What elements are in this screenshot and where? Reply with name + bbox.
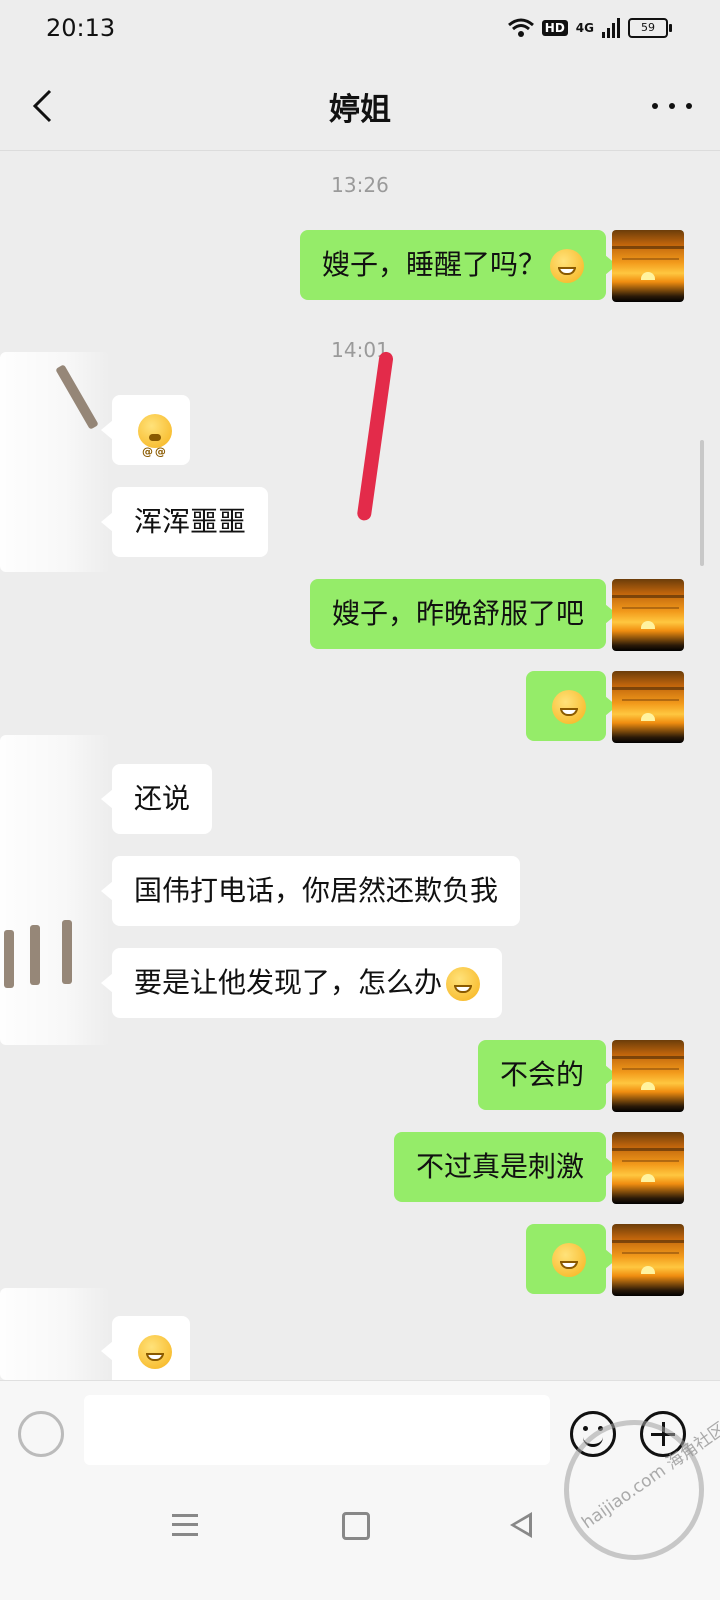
message-bubble-received[interactable]: 还说	[100, 764, 213, 834]
menu-icon[interactable]	[172, 1514, 198, 1536]
message-text: 要是让他发现了，怎么办	[134, 966, 443, 999]
contact-avatar-blurred[interactable]	[0, 735, 110, 1045]
home-icon[interactable]	[342, 1512, 370, 1540]
more-options-button[interactable]	[652, 94, 692, 118]
chat-header: 婷姐	[0, 64, 720, 151]
scrollbar[interactable]	[700, 440, 704, 566]
emoji-partial-icon	[138, 1335, 172, 1369]
message-bubble-sent[interactable]: 嫂子，昨晚舒服了吧	[309, 579, 618, 649]
grin-emoji-icon	[552, 690, 586, 724]
message-bubble-sent[interactable]: 不会的	[477, 1040, 618, 1110]
my-avatar[interactable]	[612, 1040, 684, 1112]
scribble-mark	[4, 930, 14, 988]
watermark-text: haijiao.com 海角社区	[578, 1418, 720, 1534]
chat-title: 婷姐	[329, 92, 391, 128]
my-avatar[interactable]	[612, 671, 684, 743]
status-bar: 20:13 HD 4G 59	[0, 0, 720, 64]
message-text: 不会的	[499, 1058, 584, 1091]
message-bubble-sent[interactable]: 嫂子，睡醒了吗？	[299, 230, 618, 300]
message-bubble-sent[interactable]	[526, 1224, 617, 1294]
message-bubble-received[interactable]: 国伟打电话，你居然还欺负我	[100, 856, 521, 926]
contact-avatar-blurred[interactable]	[0, 352, 110, 572]
hd-icon: HD	[541, 20, 568, 36]
back-triangle-icon[interactable]	[510, 1512, 532, 1538]
red-annotation-stroke	[356, 351, 394, 522]
scribble-mark	[62, 920, 72, 984]
message-bubble-received[interactable]: 浑浑噩噩	[100, 487, 269, 557]
network-type: 4G	[575, 21, 594, 35]
message-bubble-received[interactable]	[101, 395, 190, 487]
message-text: 国伟打电话，你居然还欺负我	[134, 874, 499, 907]
status-icons: HD 4G 59	[507, 18, 672, 38]
message-text: 不过真是刺激	[415, 1150, 584, 1183]
battery-icon: 59	[628, 18, 672, 38]
message-bubble-received[interactable]: 要是让他发现了，怎么办	[100, 948, 503, 1018]
scribble-mark	[30, 925, 40, 985]
my-avatar[interactable]	[612, 579, 684, 651]
my-avatar[interactable]	[612, 1224, 684, 1296]
timestamp: 13:26	[331, 173, 389, 197]
message-bubble-sent[interactable]	[526, 671, 617, 741]
my-avatar[interactable]	[612, 1132, 684, 1204]
message-text: 嫂子，睡醒了吗？	[321, 248, 546, 281]
dot-icon	[652, 103, 658, 109]
message-text: 嫂子，昨晚舒服了吧	[331, 597, 584, 630]
message-text: 浑浑噩噩	[134, 505, 247, 538]
wifi-icon	[507, 18, 534, 37]
my-avatar[interactable]	[612, 230, 684, 302]
message-input[interactable]	[84, 1395, 550, 1465]
status-time: 20:13	[46, 14, 116, 42]
grin-emoji-icon	[550, 249, 584, 283]
voice-button[interactable]	[18, 1411, 64, 1457]
dizzy-emoji-icon	[138, 414, 172, 487]
signal-icon	[602, 18, 620, 38]
rofl-emoji-icon	[446, 967, 481, 1001]
smile-emoji-icon	[552, 1243, 586, 1277]
contact-avatar-blurred[interactable]	[0, 1288, 110, 1380]
message-text: 还说	[134, 782, 191, 815]
dot-icon	[669, 103, 675, 109]
message-bubble-sent[interactable]: 不过真是刺激	[393, 1132, 618, 1202]
dot-icon	[686, 103, 692, 109]
message-bubble-received[interactable]	[101, 1316, 190, 1380]
